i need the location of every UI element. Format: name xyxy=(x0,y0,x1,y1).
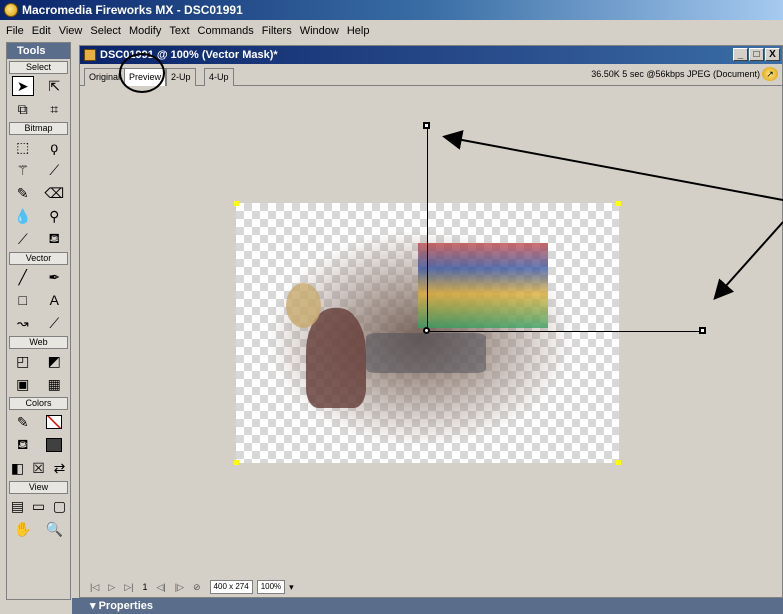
blur-tool-icon[interactable]: 💧 xyxy=(12,206,34,226)
hide-slices-icon[interactable]: ▣ xyxy=(12,374,34,394)
stroke-color-swatch[interactable] xyxy=(43,412,65,432)
document-title-bar: DSC01991 @ 100% (Vector Mask)* _ □ X xyxy=(80,46,782,64)
first-frame-icon[interactable]: |◁ xyxy=(90,582,99,593)
fill-color-swatch[interactable] xyxy=(43,435,65,455)
stop-icon[interactable]: ⊘ xyxy=(193,582,201,593)
tools-section-colors: Colors xyxy=(9,397,68,410)
paint-bucket-tool-icon[interactable]: ⛾ xyxy=(43,229,65,249)
line-tool-icon[interactable]: ╱ xyxy=(12,267,34,287)
tools-panel: Tools Select ➤ ⇱ ⧉ ⌗ Bitmap ⬚ ϙ ⚚ ⟋ ✎ ⌫ … xyxy=(6,42,71,600)
last-frame-icon[interactable]: ▷| xyxy=(124,582,133,593)
play-icon[interactable]: ▷ xyxy=(108,582,115,593)
document-status: 36.50K 5 sec @56kbps JPEG (Document) xyxy=(591,69,760,79)
pen-tool-icon[interactable]: ✒ xyxy=(43,267,65,287)
tools-section-vector: Vector xyxy=(9,252,68,265)
app-title: Macromedia Fireworks MX - DSC01991 xyxy=(22,3,243,17)
knife-tool-icon[interactable]: ⟋ xyxy=(43,313,65,333)
full-screen-menu-mode-icon[interactable]: ▭ xyxy=(28,496,49,516)
tools-section-bitmap: Bitmap xyxy=(9,122,68,135)
gradient-right-handle[interactable] xyxy=(699,327,706,334)
close-button[interactable]: X xyxy=(765,48,780,61)
subselection-tool-icon[interactable]: ⇱ xyxy=(43,76,65,96)
fill-color-icon[interactable]: ⛾ xyxy=(12,435,34,455)
tab-2-up[interactable]: 2-Up xyxy=(166,68,196,86)
selection-handle-top-right[interactable] xyxy=(616,201,621,206)
freeform-tool-icon[interactable]: ↝ xyxy=(12,313,34,333)
swap-colors-icon[interactable]: ⇄ xyxy=(49,458,70,478)
menu-view[interactable]: View xyxy=(55,25,87,37)
standard-screen-mode-icon[interactable]: ▤ xyxy=(7,496,28,516)
tools-section-view: View xyxy=(9,481,68,494)
menu-bar: File Edit View Select Modify Text Comman… xyxy=(0,20,783,42)
full-screen-mode-icon[interactable]: ▢ xyxy=(49,496,70,516)
photo-person-head xyxy=(286,283,321,328)
pointer-tool-icon[interactable]: ➤ xyxy=(11,76,34,96)
text-tool-icon[interactable]: A xyxy=(43,290,65,310)
document-icon xyxy=(84,49,96,61)
crop-tool-icon[interactable]: ⌗ xyxy=(43,99,65,119)
default-colors-icon[interactable]: ◧ xyxy=(7,458,28,478)
pencil-tool-icon[interactable]: ✎ xyxy=(12,183,34,203)
properties-label: Properties xyxy=(98,600,153,612)
photo-person xyxy=(306,308,366,408)
hand-tool-icon[interactable]: ✋ xyxy=(12,519,34,539)
tab-4-up[interactable]: 4-Up xyxy=(204,68,234,86)
selection-handle-top-left[interactable] xyxy=(234,201,239,206)
zoom-select[interactable]: 100% xyxy=(256,580,286,594)
menu-file[interactable]: File xyxy=(2,25,28,37)
minimize-button[interactable]: _ xyxy=(733,48,748,61)
canvas-area[interactable] xyxy=(80,87,782,577)
menu-modify[interactable]: Modify xyxy=(125,25,165,37)
menu-help[interactable]: Help xyxy=(343,25,374,37)
rectangle-tool-icon[interactable]: □ xyxy=(12,290,34,310)
menu-text[interactable]: Text xyxy=(165,25,193,37)
next-frame-icon[interactable]: |▷ xyxy=(175,582,184,593)
marquee-tool-icon[interactable]: ⬚ xyxy=(12,137,34,157)
menu-window[interactable]: Window xyxy=(296,25,343,37)
scale-tool-icon[interactable]: ⧉ xyxy=(12,99,34,119)
quick-export-icon[interactable]: ↗ xyxy=(762,67,778,81)
preview-tab-highlight-circle xyxy=(119,53,165,93)
hotspot-tool-icon[interactable]: ◰ xyxy=(12,351,34,371)
stroke-color-icon[interactable]: ✎ xyxy=(12,412,34,432)
photo-table xyxy=(366,333,486,373)
current-frame: 1 xyxy=(142,582,148,592)
gradient-top-handle[interactable] xyxy=(423,122,430,129)
properties-collapse-icon[interactable]: ▾ xyxy=(90,600,99,612)
menu-select[interactable]: Select xyxy=(86,25,125,37)
app-title-bar: Macromedia Fireworks MX - DSC01991 xyxy=(0,0,783,20)
gradient-horizontal-line xyxy=(427,331,703,332)
gradient-vertical-line xyxy=(427,125,428,331)
menu-filters[interactable]: Filters xyxy=(258,25,296,37)
tools-panel-header[interactable]: Tools xyxy=(7,43,70,59)
previous-frame-icon[interactable]: ◁| xyxy=(156,582,165,593)
zoom-dropdown-icon[interactable]: ▾ xyxy=(289,582,294,593)
fireworks-app-icon xyxy=(4,3,18,17)
selection-handle-bottom-left[interactable] xyxy=(234,460,239,465)
rubber-stamp-tool-icon[interactable]: ⚲ xyxy=(43,206,65,226)
tools-section-select: Select xyxy=(9,61,68,74)
slice-tool-icon[interactable]: ◩ xyxy=(43,351,65,371)
tools-section-web: Web xyxy=(9,336,68,349)
menu-commands[interactable]: Commands xyxy=(194,25,258,37)
show-slices-icon[interactable]: ▦ xyxy=(43,374,65,394)
image-size-field[interactable]: 400 x 274 xyxy=(209,580,253,594)
no-color-icon[interactable]: ☒ xyxy=(28,458,49,478)
selection-handle-bottom-right[interactable] xyxy=(616,460,621,465)
brush-tool-icon[interactable]: ⟋ xyxy=(43,160,65,180)
menu-edit[interactable]: Edit xyxy=(28,25,55,37)
maximize-button[interactable]: □ xyxy=(749,48,764,61)
frame-controls-bar: |◁ ▷ ▷| 1 ◁| |▷ ⊘ 400 x 274 100% ▾ xyxy=(80,577,782,597)
eyedropper-tool-icon[interactable]: ⟋ xyxy=(12,229,34,249)
document-window: DSC01991 @ 100% (Vector Mask)* _ □ X Ori… xyxy=(79,45,783,598)
magic-wand-tool-icon[interactable]: ⚚ xyxy=(12,160,34,180)
lasso-tool-icon[interactable]: ϙ xyxy=(43,137,65,157)
eraser-tool-icon[interactable]: ⌫ xyxy=(43,183,65,203)
preview-tab-bar: Original Preview 2-Up 4-Up 36.50K 5 sec … xyxy=(80,64,782,86)
properties-panel-header[interactable]: ▾ Properties xyxy=(72,598,783,614)
gradient-center-handle[interactable] xyxy=(423,327,430,334)
zoom-tool-icon[interactable]: 🔍 xyxy=(43,519,65,539)
photo-book-display xyxy=(418,243,548,328)
